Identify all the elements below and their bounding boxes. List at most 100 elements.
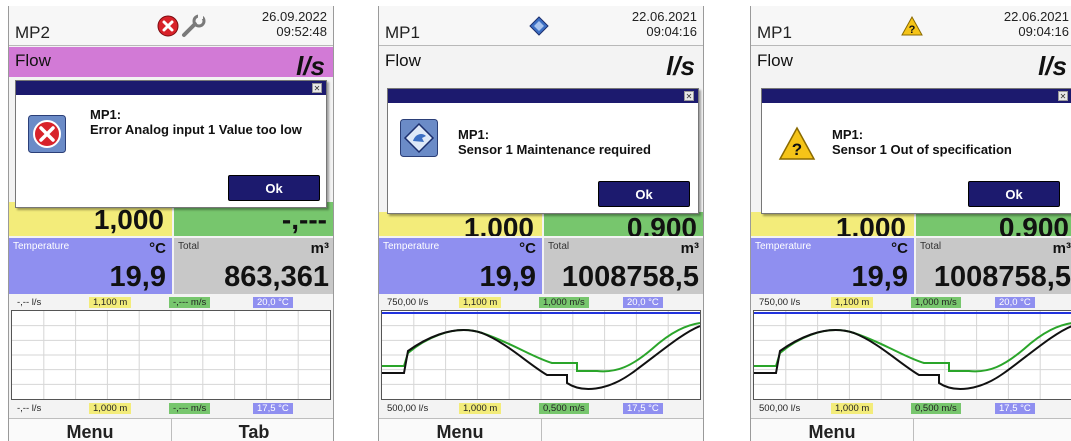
time-text: 09:04:16 bbox=[646, 24, 697, 39]
bottom-bar: Menu Tab bbox=[9, 418, 333, 441]
error-icon bbox=[28, 115, 66, 153]
flow-unit: l/s bbox=[296, 51, 325, 81]
velocity-value: 0,900 bbox=[998, 212, 1069, 237]
date-text: 22.06.2021 bbox=[631, 9, 697, 24]
flow-value: 1,000 bbox=[93, 204, 164, 235]
close-icon[interactable]: ✕ bbox=[684, 91, 694, 101]
temperature-value: 19,9 bbox=[109, 261, 166, 293]
close-icon[interactable]: ✕ bbox=[1058, 91, 1068, 101]
legend-flow-min: -,-- l/s bbox=[17, 403, 42, 414]
flow-value-tile[interactable]: 1,000 bbox=[751, 212, 914, 236]
trend-chart-svg bbox=[382, 311, 700, 399]
trend-chart[interactable] bbox=[11, 310, 331, 400]
temperature-label: Temperature bbox=[383, 241, 440, 252]
menu-button[interactable]: Menu bbox=[379, 419, 542, 441]
chart-legend-bottom: 500,00 l/s 1,000 m 0,500 m/s 17,5 °C bbox=[751, 402, 1071, 415]
total-tile[interactable]: Total m³ 863,361 bbox=[174, 238, 333, 294]
flow-value: 1,000 bbox=[463, 212, 534, 237]
dialog-message-block: MP1: Error Analog input 1 Value too low bbox=[90, 107, 320, 137]
time-text: 09:04:16 bbox=[1018, 24, 1069, 39]
ok-button[interactable]: Ok bbox=[228, 175, 320, 201]
total-label: Total bbox=[920, 241, 942, 252]
temperature-unit: °C bbox=[891, 240, 908, 257]
datetime: 26.09.2022 09:52:48 bbox=[262, 9, 327, 39]
dialog-title: MP1: bbox=[458, 127, 490, 142]
maintenance-icon bbox=[400, 119, 438, 157]
datetime: 22.06.2021 09:04:16 bbox=[632, 9, 697, 39]
tab-button[interactable]: Tab bbox=[173, 419, 333, 441]
date-text: 26.09.2022 bbox=[261, 9, 327, 24]
dialog-titlebar: ✕ bbox=[388, 89, 698, 103]
device-name: MP1 bbox=[385, 23, 420, 42]
velocity-value-tile[interactable]: 0,900 bbox=[544, 212, 703, 237]
total-value: 1008758,5 bbox=[933, 261, 1071, 293]
flow-header: Flow l/s bbox=[379, 47, 703, 81]
chart-legend-top: 750,00 l/s 1,100 m 1,000 m/s 20,0 °C bbox=[751, 296, 1071, 309]
svg-text:?: ? bbox=[909, 24, 916, 36]
chart-legend-bottom: 500,00 l/s 1,000 m 0,500 m/s 17,5 °C bbox=[379, 402, 703, 415]
status-icons: ? bbox=[901, 14, 923, 38]
flow-header: Flow l/s bbox=[9, 47, 333, 81]
status-bar: MP1 22.06.2021 09:04:16 bbox=[379, 6, 703, 46]
trend-chart[interactable] bbox=[753, 310, 1071, 400]
flow-label: Flow bbox=[385, 51, 421, 70]
trend-chart[interactable] bbox=[381, 310, 701, 400]
legend-flow-max: 750,00 l/s bbox=[759, 297, 801, 308]
velocity-value: -,--- bbox=[281, 204, 327, 235]
legend-temperature-min: 17,5 °C bbox=[995, 403, 1035, 414]
legend-level-min: 1,000 m bbox=[89, 403, 132, 414]
ok-button[interactable]: Ok bbox=[968, 181, 1060, 207]
flow-value-tile[interactable]: 1,000 bbox=[379, 212, 542, 236]
legend-temperature-min: 17,5 °C bbox=[253, 403, 293, 414]
warning-icon[interactable]: ? bbox=[901, 16, 923, 36]
ok-button[interactable]: Ok bbox=[598, 181, 690, 207]
temperature-tile[interactable]: Temperature °C 19,9 bbox=[379, 238, 542, 294]
total-unit: m³ bbox=[1052, 240, 1071, 257]
chart-legend-top: 750,00 l/s 1,100 m 1,000 m/s 20,0 °C bbox=[379, 296, 703, 309]
time-text: 09:52:48 bbox=[276, 24, 327, 39]
wrench-icon[interactable] bbox=[181, 14, 207, 38]
total-unit: m³ bbox=[310, 240, 329, 257]
total-tile[interactable]: Total m³ 1008758,5 bbox=[916, 238, 1071, 294]
total-tile[interactable]: Total m³ 1008758,5 bbox=[544, 238, 703, 294]
temperature-tile[interactable]: Temperature °C 19,9 bbox=[9, 238, 172, 294]
legend-velocity-min: 0,500 m/s bbox=[911, 403, 961, 414]
legend-velocity-min: -,--- m/s bbox=[169, 403, 211, 414]
status-bar: MP1 ? 22.06.2021 09:04:16 bbox=[751, 6, 1071, 46]
total-value: 863,361 bbox=[224, 261, 329, 293]
legend-level-max: 1,100 m bbox=[89, 297, 132, 308]
device-screen-mp1-maintenance: MP1 22.06.2021 09:04:16 Flow l/s 1,000 0… bbox=[378, 6, 704, 441]
menu-button[interactable]: Menu bbox=[751, 419, 914, 441]
tab-button[interactable] bbox=[543, 419, 703, 441]
velocity-value: 0,900 bbox=[626, 212, 697, 237]
chart-legend-top: -,-- l/s 1,100 m -,--- m/s 20,0 °C bbox=[9, 296, 333, 309]
error-icon[interactable] bbox=[157, 15, 179, 37]
warning-dialog: ✕ ? MP1: Sensor 1 Out of specification O… bbox=[761, 88, 1071, 214]
temperature-label: Temperature bbox=[755, 241, 812, 252]
dialog-titlebar: ✕ bbox=[16, 81, 326, 95]
flow-header: Flow l/s bbox=[751, 47, 1071, 81]
temperature-label: Temperature bbox=[13, 241, 70, 252]
flow-unit: l/s bbox=[1038, 51, 1067, 81]
menu-button[interactable]: Menu bbox=[9, 419, 172, 441]
flow-label: Flow bbox=[15, 51, 51, 70]
bottom-bar: Menu bbox=[751, 418, 1071, 441]
device-screen-mp1-out-of-spec: MP1 ? 22.06.2021 09:04:16 Flow l/s 1,000… bbox=[750, 6, 1071, 441]
temperature-tile[interactable]: Temperature °C 19,9 bbox=[751, 238, 914, 294]
dialog-message-block: MP1: Sensor 1 Maintenance required bbox=[458, 127, 694, 157]
trend-chart-svg bbox=[12, 311, 330, 399]
legend-flow-max: -,-- l/s bbox=[17, 297, 42, 308]
temperature-value: 19,9 bbox=[851, 261, 908, 293]
dialog-message: Sensor 1 Maintenance required bbox=[458, 142, 651, 157]
tab-button[interactable] bbox=[915, 419, 1071, 441]
device-name: MP1 bbox=[757, 23, 792, 42]
total-label: Total bbox=[548, 241, 570, 252]
legend-flow-max: 750,00 l/s bbox=[387, 297, 429, 308]
legend-level-min: 1,000 m bbox=[831, 403, 874, 414]
velocity-value-tile[interactable]: 0,900 bbox=[916, 212, 1071, 236]
dialog-message-block: MP1: Sensor 1 Out of specification bbox=[832, 127, 1068, 157]
total-value: 1008758,5 bbox=[561, 261, 699, 293]
dialog-title: MP1: bbox=[832, 127, 864, 142]
maintenance-icon[interactable] bbox=[529, 16, 549, 36]
close-icon[interactable]: ✕ bbox=[312, 83, 322, 93]
